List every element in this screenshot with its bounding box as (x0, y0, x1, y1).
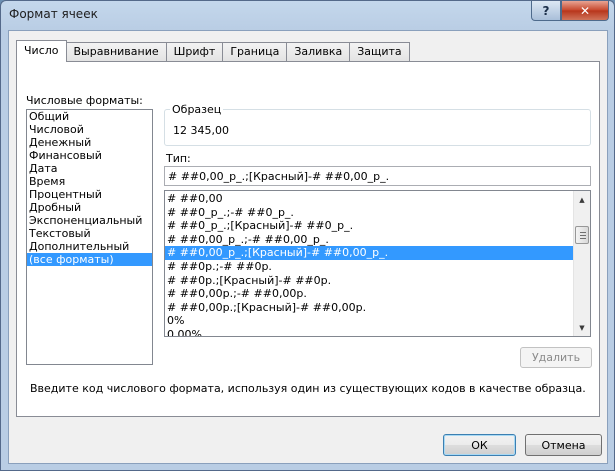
cancel-button[interactable]: Отмена (525, 434, 602, 456)
format-list-scrollbar[interactable]: ▲ ▼ (573, 191, 590, 336)
format-item[interactable]: # ##0,00р.;-# ##0,00р. (165, 287, 575, 301)
category-item-text[interactable]: Текстовый (27, 227, 152, 240)
tab-font[interactable]: Шрифт (165, 42, 224, 61)
number-tab-panel: Числовые форматы: Общий Числовой Денежны… (16, 61, 600, 417)
category-item-custom[interactable]: (все форматы) (27, 253, 152, 266)
format-item[interactable]: # ##0_р_.;-# ##0_р_. (165, 206, 575, 220)
help-button[interactable]: ? (531, 1, 561, 21)
categories-label: Числовые форматы: (26, 94, 143, 107)
close-icon: ✕ (579, 3, 591, 18)
tab-protection[interactable]: Защита (349, 42, 410, 61)
scroll-down-button[interactable]: ▼ (574, 319, 590, 336)
ok-button[interactable]: ОК (443, 434, 516, 456)
format-item[interactable]: # ##0_р_.;[Красный]-# ##0_р_. (165, 219, 575, 233)
format-item[interactable]: # ##0р.;[Красный]-# ##0р. (165, 274, 575, 288)
dialog-title: Формат ячеек (9, 7, 98, 21)
format-cells-dialog: Формат ячеек ? ✕ Число Выравнивание Шриф… (0, 0, 615, 471)
category-item-date[interactable]: Дата (27, 162, 152, 175)
scroll-thumb[interactable] (575, 226, 589, 244)
hint-text: Введите код числового формата, используя… (30, 382, 586, 395)
format-item[interactable]: 0,00% (165, 328, 575, 336)
tab-strip: Число Выравнивание Шрифт Граница Заливка… (16, 40, 410, 62)
tab-border[interactable]: Граница (222, 42, 288, 61)
format-item[interactable]: # ##0,00_р_.;-# ##0,00_р_. (165, 233, 575, 247)
category-item-currency[interactable]: Денежный (27, 136, 152, 149)
format-item[interactable]: # ##0,00 (165, 192, 575, 206)
format-item[interactable]: # ##0р.;-# ##0р. (165, 260, 575, 274)
tab-number[interactable]: Число (16, 40, 67, 62)
category-item-general[interactable]: Общий (27, 110, 152, 123)
title-bar[interactable]: Формат ячеек ? ✕ (1, 1, 614, 29)
category-list[interactable]: Общий Числовой Денежный Финансовый Дата … (26, 109, 153, 365)
category-item-fraction[interactable]: Дробный (27, 201, 152, 214)
scroll-up-button[interactable]: ▲ (574, 191, 590, 208)
format-item-selected[interactable]: # ##0,00_р_.;[Красный]-# ##0,00_р_. (165, 246, 575, 260)
grip-line (580, 232, 586, 233)
format-list[interactable]: # ##0,00 # ##0_р_.;-# ##0_р_. # ##0_р_.;… (164, 190, 591, 337)
grip-line (580, 235, 586, 236)
triangle-up-icon: ▲ (579, 195, 585, 204)
tab-fill[interactable]: Заливка (286, 42, 351, 61)
category-item-scientific[interactable]: Экспоненциальный (27, 214, 152, 227)
delete-button[interactable]: Удалить (520, 347, 592, 368)
category-item-accounting[interactable]: Финансовый (27, 149, 152, 162)
close-button[interactable]: ✕ (561, 1, 609, 21)
dialog-client-area: Число Выравнивание Шрифт Граница Заливка… (8, 30, 608, 464)
category-item-time[interactable]: Время (27, 175, 152, 188)
tab-alignment[interactable]: Выравнивание (65, 42, 167, 61)
format-item[interactable]: # ##0,00р.;[Красный]-# ##0,00р. (165, 301, 575, 315)
sample-group: Образец 12 345,00 (164, 103, 591, 146)
type-label: Тип: (166, 152, 191, 165)
category-item-special[interactable]: Дополнительный (27, 240, 152, 253)
format-items: # ##0,00 # ##0_р_.;-# ##0_р_. # ##0_р_.;… (165, 192, 575, 336)
type-input[interactable] (164, 166, 591, 186)
help-icon: ? (542, 3, 550, 18)
triangle-down-icon: ▼ (579, 323, 585, 332)
sample-value: 12 345,00 (173, 124, 229, 137)
format-item[interactable]: 0% (165, 314, 575, 328)
category-item-percentage[interactable]: Процентный (27, 188, 152, 201)
grip-line (580, 238, 586, 239)
sample-caption: Образец (170, 103, 224, 116)
category-item-number[interactable]: Числовой (27, 123, 152, 136)
